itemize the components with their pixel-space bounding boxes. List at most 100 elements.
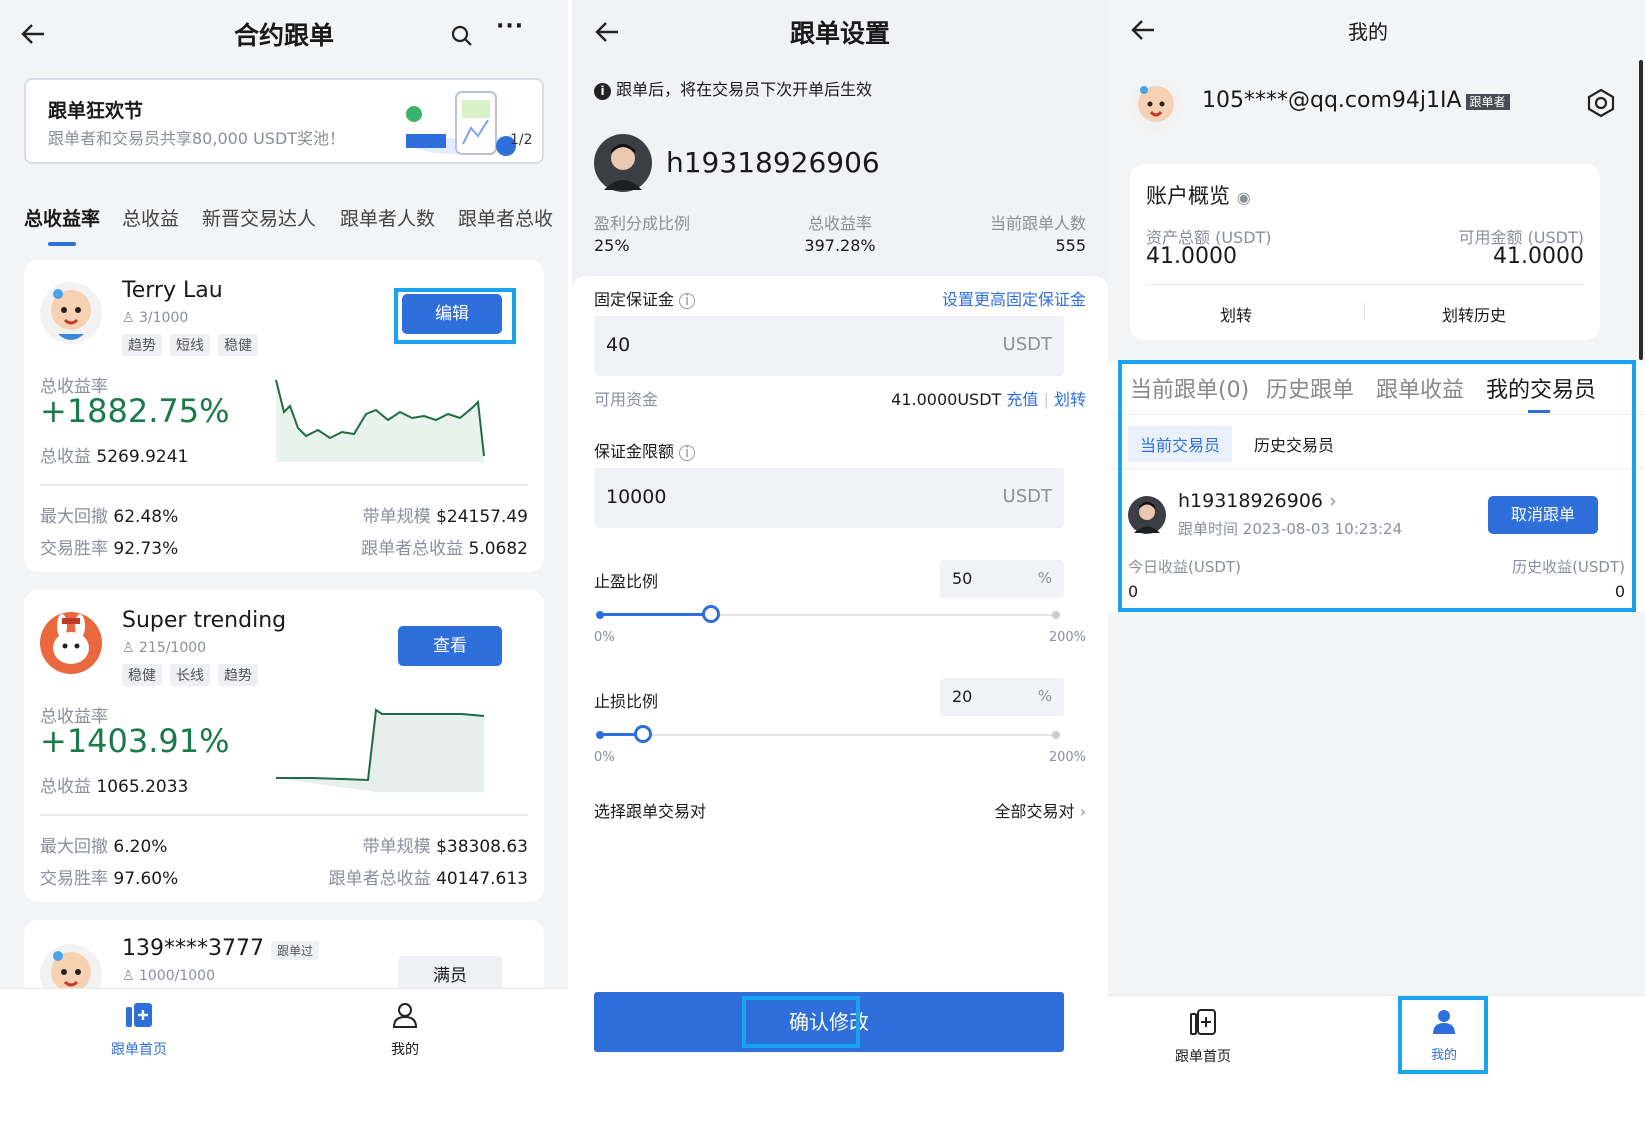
page-title: 合约跟单 bbox=[233, 21, 334, 50]
follower-count: ♙ 1000/1000 bbox=[122, 968, 215, 984]
mdd-value: 6.20% bbox=[113, 837, 168, 857]
transfer-link[interactable]: 划转 bbox=[1054, 390, 1086, 409]
baby-avatar-icon bbox=[1129, 79, 1183, 133]
slider-min: 0% bbox=[594, 630, 615, 645]
banner-title: 跟单狂欢节 bbox=[48, 100, 144, 122]
stat-label: 总收益率 bbox=[807, 214, 872, 233]
tab-total-roi[interactable]: 总收益率 bbox=[24, 204, 100, 231]
highlight-box bbox=[1118, 360, 1636, 612]
nav-home[interactable]: 跟单首页 bbox=[96, 1001, 182, 1059]
fixed-margin-label: 固定保证金 i bbox=[594, 286, 696, 310]
trader-tags: 趋势 短线 稳健 bbox=[122, 334, 266, 356]
stop-loss-slider[interactable] bbox=[596, 725, 1060, 743]
stop-loss-input[interactable]: 20 % bbox=[940, 678, 1064, 716]
view-button[interactable]: 查看 bbox=[398, 626, 502, 666]
tag: 趋势 bbox=[122, 334, 162, 356]
pnl-value: 5269.9241 bbox=[96, 447, 189, 467]
user-icon bbox=[392, 1003, 418, 1028]
stat-value: 397.28% bbox=[804, 236, 876, 255]
available-value: 41.0000 bbox=[1493, 244, 1584, 269]
overview-title: 账户概览 ◉ bbox=[1146, 180, 1251, 210]
trader-tags: 稳健 长线 趋势 bbox=[122, 664, 266, 686]
tab-follower-count[interactable]: 跟单者人数 bbox=[340, 204, 435, 231]
fixed-margin-value: 40 bbox=[606, 334, 631, 356]
win-row: 交易胜率 97.60% bbox=[40, 864, 178, 889]
scale-value: $24157.49 bbox=[436, 507, 528, 527]
role-badge: 跟单者 bbox=[1465, 93, 1510, 110]
notice-text: 跟单后，将在交易员下次开单后生效 bbox=[616, 80, 873, 99]
page-title: 跟单设置 bbox=[789, 19, 890, 48]
win-label: 交易胜率 bbox=[40, 869, 108, 889]
slider-fill bbox=[600, 613, 714, 616]
scrollbar[interactable] bbox=[1639, 60, 1643, 360]
win-label: 交易胜率 bbox=[40, 539, 108, 559]
slider-max: 200% bbox=[1048, 630, 1086, 645]
stat-label: 盈利分成比例 bbox=[594, 214, 691, 233]
scale-row: 带单规模 $38308.63 bbox=[363, 832, 528, 857]
pnl-row: 总收益 5269.9241 bbox=[40, 442, 188, 467]
tab-follower-pnl[interactable]: 跟单者总收 bbox=[458, 204, 553, 231]
follower-pnl-value: 5.0682 bbox=[468, 539, 528, 559]
followed-badge: 跟单过 bbox=[270, 941, 319, 960]
take-profit-input[interactable]: 50 % bbox=[940, 560, 1064, 598]
unit-label: USDT bbox=[1002, 334, 1052, 355]
divider bbox=[1146, 284, 1584, 285]
tag: 稳健 bbox=[122, 664, 162, 686]
bottom-nav: 跟单首页 我的 bbox=[1108, 995, 1645, 1131]
trader-card[interactable]: Super trending ♙ 215/1000 稳健 长线 趋势 查看 总收益率… bbox=[24, 590, 544, 902]
transfer-history-button[interactable]: 划转历史 bbox=[1442, 302, 1506, 326]
nav-home[interactable]: 跟单首页 bbox=[1160, 1008, 1246, 1066]
tag: 长线 bbox=[170, 664, 210, 686]
margin-limit-value: 10000 bbox=[606, 486, 667, 508]
fixed-margin-input[interactable]: 40 USDT bbox=[594, 316, 1064, 376]
divider bbox=[1364, 302, 1365, 320]
more-icon[interactable]: ··· bbox=[496, 14, 524, 39]
trader-avatar-icon bbox=[594, 134, 652, 192]
top-bar: 合约跟单 ··· bbox=[0, 0, 568, 70]
stat-value: 555 bbox=[1055, 236, 1086, 255]
banner-pager: 1/2 bbox=[510, 132, 533, 148]
slider-end-dot bbox=[1052, 731, 1060, 739]
settings-icon[interactable] bbox=[1586, 88, 1616, 118]
search-icon[interactable] bbox=[450, 24, 474, 48]
pair-label: 选择跟单交易对 bbox=[594, 802, 707, 821]
follower-count-value: 3/1000 bbox=[139, 310, 189, 326]
pnl-label: 总收益 bbox=[40, 447, 91, 467]
take-profit-slider[interactable] bbox=[596, 605, 1060, 623]
scale-label: 带单规模 bbox=[362, 837, 431, 857]
slider-track bbox=[600, 734, 1056, 736]
slider-handle[interactable] bbox=[702, 605, 720, 623]
screen-copy-trading: 合约跟单 ··· 跟单狂欢节 跟单者和交易员共享80,000 USDT奖池！ 1… bbox=[0, 0, 568, 1131]
slider-handle[interactable] bbox=[633, 725, 652, 743]
tab-total-pnl[interactable]: 总收益 bbox=[122, 204, 179, 231]
bottom-nav: 跟单首页 我的 bbox=[0, 988, 568, 1131]
roi-value: +1882.75% bbox=[40, 392, 230, 430]
info-circle-icon[interactable]: i bbox=[679, 293, 696, 309]
stop-loss-label: 止损比例 bbox=[594, 692, 659, 711]
deposit-link[interactable]: 充值 bbox=[1006, 390, 1038, 409]
tag: 短线 bbox=[170, 334, 210, 356]
pnl-value: 1065.2033 bbox=[96, 777, 189, 797]
promo-banner[interactable]: 跟单狂欢节 跟单者和交易员共享80,000 USDT奖池！ 1/2 bbox=[24, 78, 544, 164]
roi-sparkline-chart bbox=[275, 379, 485, 462]
take-profit-label: 止盈比例 bbox=[594, 572, 659, 591]
copy-home-icon bbox=[1190, 1009, 1216, 1035]
eye-icon[interactable]: ◉ bbox=[1237, 188, 1251, 207]
pair-selector[interactable]: 全部交易对 › bbox=[994, 798, 1086, 822]
margin-limit-input[interactable]: 10000 USDT bbox=[594, 468, 1064, 528]
transfer-button[interactable]: 划转 bbox=[1220, 302, 1252, 326]
higher-margin-link[interactable]: 设置更高固定保证金 bbox=[942, 286, 1086, 310]
highlight-box bbox=[394, 288, 516, 344]
tab-new-stars[interactable]: 新晋交易达人 bbox=[202, 204, 316, 231]
follower-pnl-value: 40147.613 bbox=[436, 869, 528, 889]
follower-pnl-row: 跟单者总收益 5.0682 bbox=[361, 534, 528, 559]
trader-name: Terry Lau bbox=[122, 278, 223, 303]
win-row: 交易胜率 92.73% bbox=[40, 534, 178, 559]
banner-subtitle: 跟单者和交易员共享80,000 USDT奖池！ bbox=[48, 129, 346, 148]
nav-mine[interactable]: 我的 bbox=[370, 1001, 440, 1059]
info-circle-icon[interactable]: i bbox=[679, 445, 696, 461]
mdd-label: 最大回撤 bbox=[40, 507, 108, 527]
margin-limit-label: 保证金限额 i bbox=[594, 438, 696, 462]
follower-pnl-label: 跟单者总收益 bbox=[328, 869, 431, 889]
screen-copy-settings: 跟单设置 i 跟单后，将在交易员下次开单后生效 h19318926906 盈利分… bbox=[572, 0, 1108, 1131]
